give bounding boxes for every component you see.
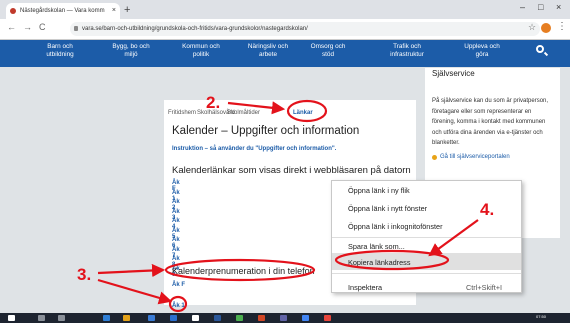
arrow-to-lankar [227,101,286,115]
taskbar-clock: 07:50 [536,314,547,319]
edge-icon[interactable] [103,315,110,321]
highlight-circle-subscription [164,258,316,282]
app-icon[interactable] [192,315,199,321]
powerpoint-icon[interactable] [258,315,265,321]
step-number-2: 2. [206,93,221,112]
arrow-to-ak1 [97,278,173,305]
step-number-4: 4. [480,200,495,219]
step-number-3: 3. [77,265,92,284]
highlight-circle-ak1 [168,295,188,313]
arrow-to-copy-link [428,219,479,257]
search-taskbar-icon[interactable] [38,315,45,321]
task-view-icon[interactable] [58,315,65,321]
word-icon[interactable] [214,315,221,321]
windows-start-icon[interactable] [8,315,15,321]
store-icon[interactable] [148,315,155,321]
teams-icon[interactable] [280,315,287,321]
chrome-icon[interactable] [302,315,309,321]
excel-icon[interactable] [236,315,243,321]
file-explorer-icon[interactable] [123,315,130,321]
chrome-profile-icon[interactable] [324,315,331,321]
arrow-to-subscription [97,263,166,278]
highlight-circle-lankar [286,99,328,123]
mail-icon[interactable] [170,315,177,321]
